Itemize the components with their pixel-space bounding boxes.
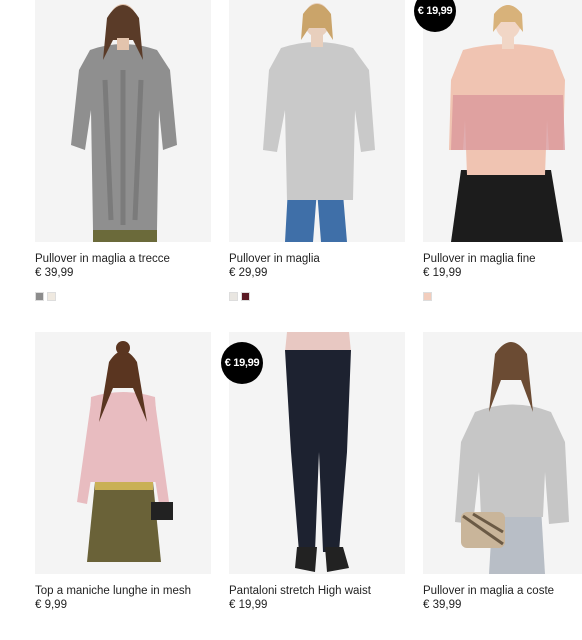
- product-image[interactable]: [423, 332, 582, 574]
- product-card[interactable]: Pullover in maglia € 29,99: [229, 0, 405, 301]
- product-price: € 39,99: [423, 599, 462, 611]
- product-name[interactable]: Pullover in maglia a coste: [423, 584, 582, 598]
- product-price: € 9,99: [35, 599, 67, 611]
- product-name[interactable]: Pantaloni stretch High waist: [229, 584, 405, 598]
- product-price: € 19,99: [229, 599, 268, 611]
- product-name[interactable]: Top a maniche lunghe in mesh: [35, 584, 211, 598]
- color-swatch-cream[interactable]: [47, 292, 56, 301]
- color-swatch-grey[interactable]: [35, 292, 44, 301]
- color-swatch-pink[interactable]: [423, 292, 432, 301]
- color-swatches: [423, 292, 582, 301]
- product-name[interactable]: Pullover in maglia a trecce: [35, 252, 211, 266]
- product-card[interactable]: € 19,99 Pantaloni stretch High waist € 1…: [221, 332, 405, 612]
- product-image[interactable]: [229, 0, 405, 242]
- color-swatches: [229, 292, 405, 301]
- price-badge: € 19,99: [221, 342, 263, 384]
- product-card[interactable]: € 19,99 Pullover in maglia fine € 19,99: [414, 0, 582, 301]
- product-price: € 39,99: [35, 267, 74, 279]
- product-name[interactable]: Pullover in maglia: [229, 252, 405, 266]
- product-price: € 19,99: [423, 267, 462, 279]
- product-card[interactable]: Pullover in maglia a trecce € 39,99: [35, 0, 211, 301]
- color-swatches: [35, 292, 211, 301]
- product-card[interactable]: Pullover in maglia a coste € 39,99: [423, 332, 582, 612]
- product-card[interactable]: Top a maniche lunghe in mesh € 9,99: [35, 332, 211, 612]
- product-image[interactable]: [35, 332, 211, 574]
- color-swatch-burgundy[interactable]: [241, 292, 250, 301]
- color-swatch-light-grey[interactable]: [229, 292, 238, 301]
- product-price: € 29,99: [229, 267, 268, 279]
- product-image[interactable]: [423, 0, 582, 242]
- product-image[interactable]: [35, 0, 211, 242]
- product-name[interactable]: Pullover in maglia fine: [423, 252, 582, 266]
